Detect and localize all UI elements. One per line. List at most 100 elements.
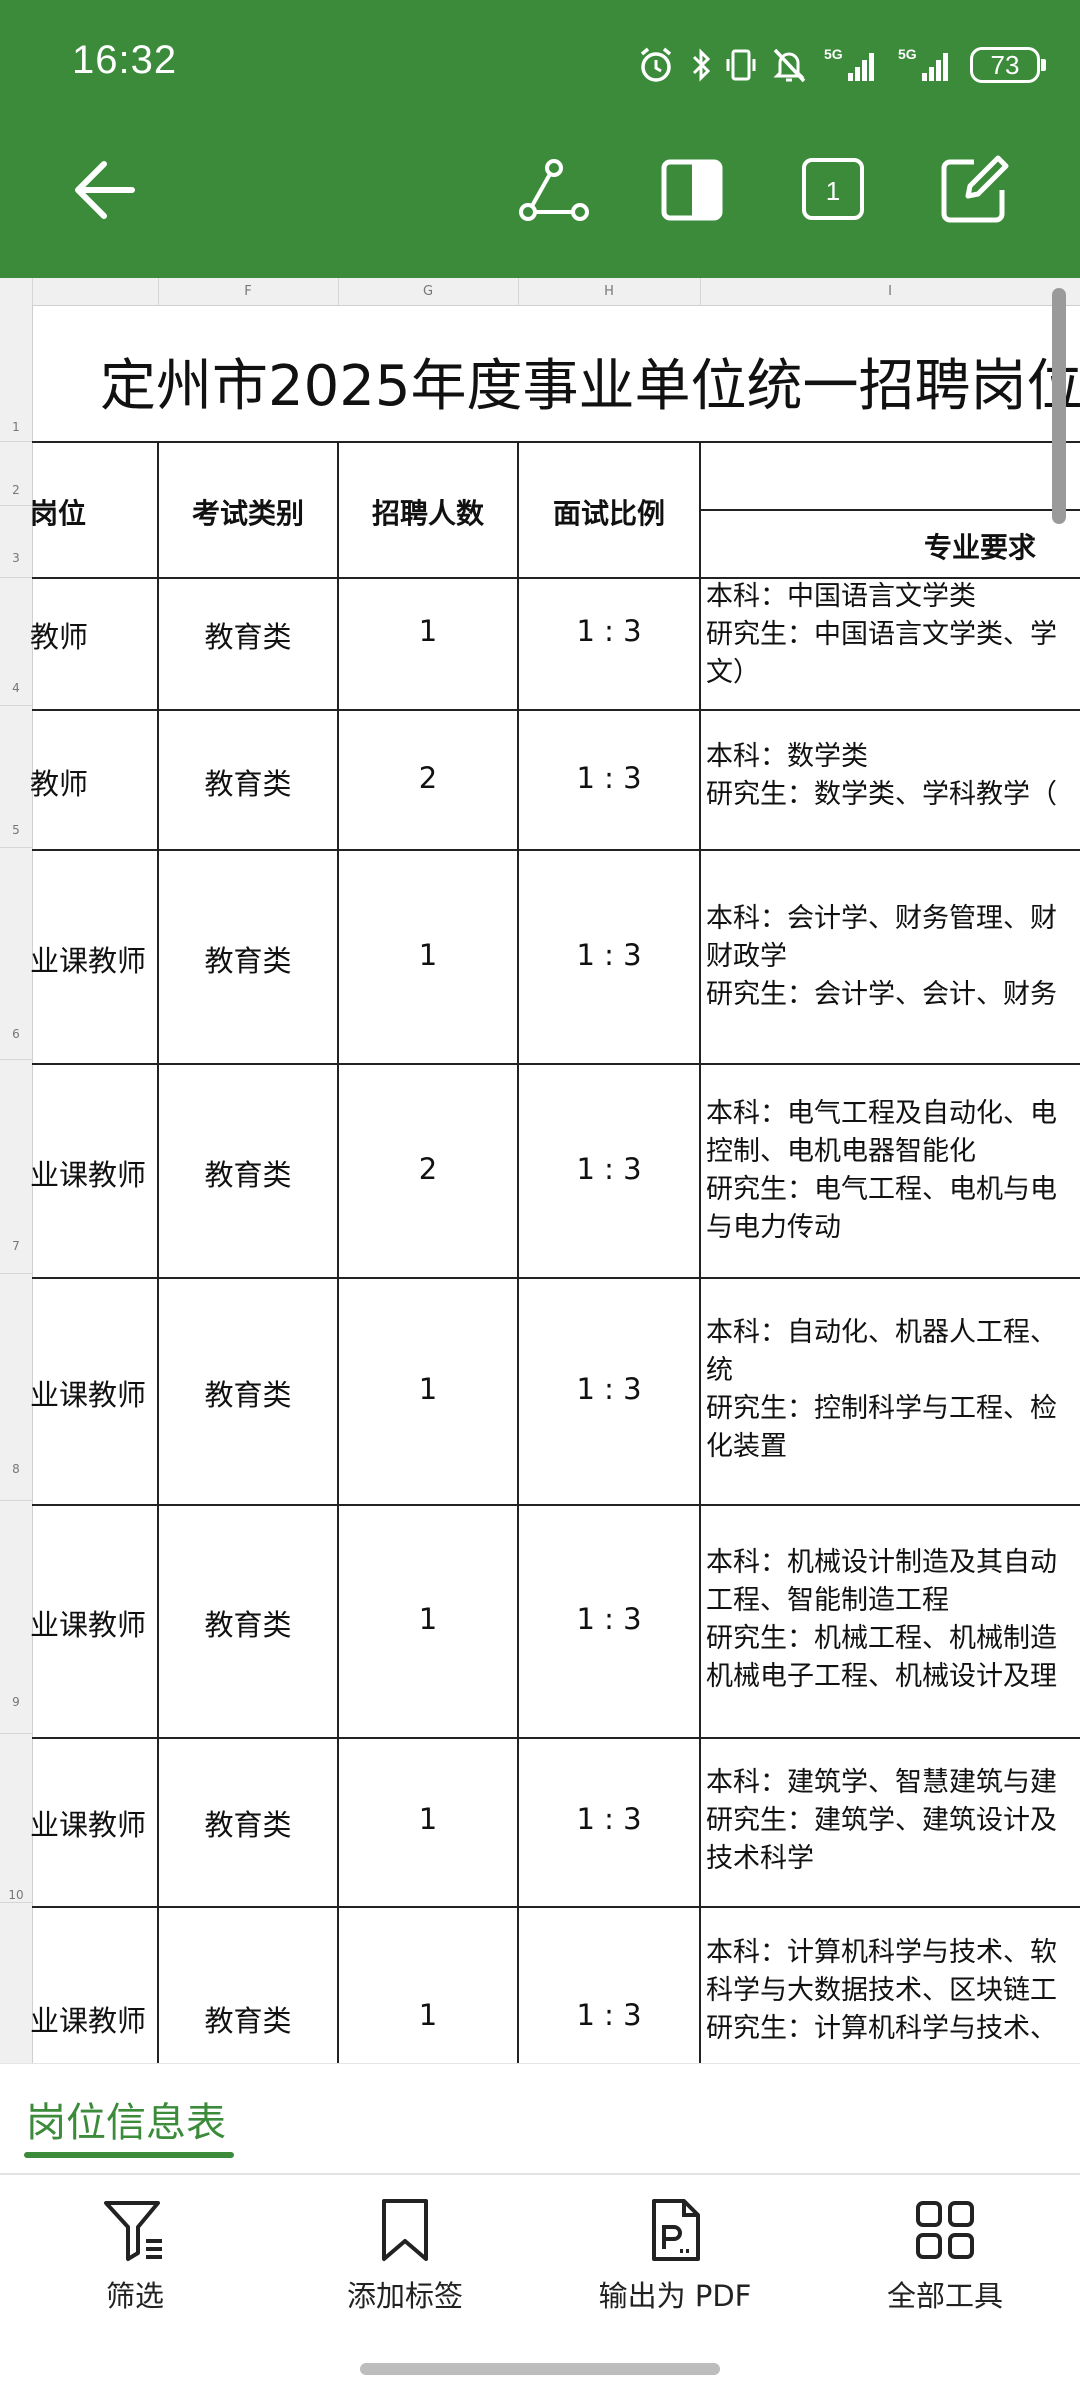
cell-position[interactable]: 教师 — [30, 614, 88, 656]
row-number[interactable]: 2 — [0, 483, 32, 497]
column-header-f[interactable]: F — [158, 278, 339, 305]
row-number[interactable]: 1 — [0, 420, 32, 434]
share-button[interactable] — [514, 150, 594, 230]
cell-exam-type[interactable]: 教育类 — [158, 1372, 338, 1414]
cell-interview-ratio[interactable]: 1 : 3 — [518, 1152, 700, 1186]
back-arrow-icon — [75, 161, 135, 219]
header-position[interactable]: 岗位 — [30, 492, 86, 532]
cell-major-requirement[interactable]: 本科：电气工程及自动化、电 控制、电机电器智能化 研究生：电气工程、电机与电 与… — [706, 1095, 1057, 1247]
grid-line — [700, 509, 1080, 511]
cell-major-requirement[interactable]: 本科：建筑学、智慧建筑与建 研究生：建筑学、建筑设计及 技术科学 — [706, 1764, 1057, 1878]
vibrate-icon — [726, 49, 756, 81]
cell-position[interactable]: 教师 — [30, 761, 88, 803]
export-pdf-button[interactable]: 输出为 PDF — [555, 2195, 795, 2315]
cell-interview-ratio[interactable]: 1 : 3 — [518, 1802, 700, 1836]
home-indicator[interactable] — [360, 2363, 720, 2375]
column-header-g[interactable]: G — [338, 278, 519, 305]
grid-line — [32, 1277, 1080, 1279]
cell-interview-ratio[interactable]: 1 : 3 — [518, 761, 700, 795]
svg-text:5G: 5G — [824, 46, 843, 62]
mute-icon — [773, 48, 806, 83]
cell-recruit-count[interactable]: 1 — [338, 1802, 518, 1836]
column-header-h[interactable]: H — [518, 278, 701, 305]
cell-recruit-count[interactable]: 1 — [338, 1372, 518, 1406]
cell-position[interactable]: 业课教师 — [30, 1372, 146, 1414]
cell-interview-ratio[interactable]: 1 : 3 — [518, 614, 700, 648]
cell-interview-ratio[interactable]: 1 : 3 — [518, 1998, 700, 2032]
cell-interview-ratio[interactable]: 1 : 3 — [518, 1372, 700, 1406]
header-exam-type[interactable]: 考试类别 — [158, 492, 338, 532]
cell-interview-ratio[interactable]: 1 : 3 — [518, 938, 700, 972]
grid-line — [32, 709, 1080, 711]
header-major-requirement[interactable]: 专业要求 — [924, 526, 1036, 566]
svg-text:1: 1 — [826, 176, 840, 206]
cell-recruit-count[interactable]: 2 — [338, 1152, 518, 1186]
cell-exam-type[interactable]: 教育类 — [158, 761, 338, 803]
active-tab-indicator — [24, 2152, 234, 2158]
grid-line — [32, 1504, 1080, 1506]
cell-exam-type[interactable]: 教育类 — [158, 1152, 338, 1194]
bookmark-icon — [382, 2199, 428, 2261]
sheet-title[interactable]: 定州市2025年度事业单位统一招聘岗位 — [100, 341, 1080, 422]
export-pdf-label: 输出为 PDF — [598, 2279, 752, 2313]
filter-button[interactable]: 筛选 — [15, 2195, 255, 2315]
alarm-icon — [640, 47, 672, 82]
cell-position[interactable]: 业课教师 — [30, 1998, 146, 2040]
cell-recruit-count[interactable]: 1 — [338, 1602, 518, 1636]
svg-text:5G: 5G — [898, 46, 917, 62]
row-number[interactable]: 3 — [0, 551, 32, 565]
sheet-tab-bar: 岗位信息表 — [0, 2063, 1080, 2174]
cell-exam-type[interactable]: 教育类 — [158, 614, 338, 656]
cell-recruit-count[interactable]: 1 — [338, 938, 518, 972]
status-icons: 5G 5G 73 — [636, 42, 1046, 88]
add-bookmark-button[interactable]: 添加标签 — [285, 2195, 525, 2315]
cell-exam-type[interactable]: 教育类 — [158, 1802, 338, 1844]
vertical-scrollbar[interactable] — [1052, 288, 1066, 524]
bottom-toolbar: 筛选 添加标签 输出为 PDF 全部工具 — [0, 2173, 1080, 2400]
page-count-button[interactable]: 1 — [794, 150, 874, 230]
cell-recruit-count[interactable]: 1 — [338, 614, 518, 648]
row-header-column: 1 2 3 4 5 6 7 8 9 10 — [0, 305, 33, 2063]
cell-position[interactable]: 业课教师 — [30, 1602, 146, 1644]
cell-exam-type[interactable]: 教育类 — [158, 938, 338, 980]
sheet-tab-job-info[interactable]: 岗位信息表 — [26, 2090, 226, 2148]
header-recruit-count[interactable]: 招聘人数 — [338, 492, 518, 532]
row-number[interactable]: 8 — [0, 1462, 32, 1476]
filter-icon — [104, 2201, 162, 2261]
header-interview-ratio[interactable]: 面试比例 — [518, 492, 700, 532]
row-number[interactable]: 6 — [0, 1027, 32, 1041]
cell-exam-type[interactable]: 教育类 — [158, 1602, 338, 1644]
edit-icon — [941, 155, 1009, 223]
cell-major-requirement[interactable]: 本科：机械设计制造及其自动 工程、智能制造工程 研究生：机械工程、机械制造 机械… — [706, 1544, 1057, 1696]
cell-major-requirement[interactable]: 本科：计算机科学与技术、软 科学与大数据技术、区块链工 研究生：计算机科学与技术… — [706, 1934, 1057, 2048]
cell-interview-ratio[interactable]: 1 : 3 — [518, 1602, 700, 1636]
all-tools-button[interactable]: 全部工具 — [825, 2195, 1065, 2315]
row-number[interactable]: 7 — [0, 1239, 32, 1253]
battery-level: 73 — [990, 49, 1020, 80]
back-button[interactable] — [66, 150, 146, 230]
cell-exam-type[interactable]: 教育类 — [158, 1998, 338, 2040]
share-icon — [519, 159, 589, 221]
all-tools-label: 全部工具 — [886, 2279, 1003, 2313]
cell-recruit-count[interactable]: 1 — [338, 1998, 518, 2032]
pdf-export-icon — [652, 2199, 700, 2261]
column-header-i[interactable]: I — [700, 278, 1080, 305]
column-header-e[interactable] — [32, 278, 159, 305]
cell-major-requirement[interactable]: 本科：数学类 研究生：数学类、学科教学（ — [706, 738, 1057, 814]
row-number[interactable]: 4 — [0, 681, 32, 695]
cell-recruit-count[interactable]: 2 — [338, 761, 518, 795]
row-number[interactable]: 5 — [0, 823, 32, 837]
reading-mode-button[interactable] — [654, 150, 734, 230]
cell-major-requirement[interactable]: 本科：会计学、财务管理、财 财政学 研究生：会计学、会计、财务 — [706, 900, 1057, 1014]
row-number[interactable]: 9 — [0, 1695, 32, 1709]
cell-major-requirement[interactable]: 本科：自动化、机器人工程、 统 研究生：控制科学与工程、检 化装置 — [706, 1314, 1057, 1466]
cell-position[interactable]: 业课教师 — [30, 1802, 146, 1844]
row-number[interactable]: 10 — [0, 1888, 32, 1902]
edit-button[interactable] — [934, 150, 1014, 230]
cell-position[interactable]: 业课教师 — [30, 938, 146, 980]
cell-position[interactable]: 业课教师 — [30, 1152, 146, 1194]
spreadsheet-view[interactable]: F G H I 1 2 3 4 5 6 7 8 9 10 定州市2025年度事业… — [0, 278, 1080, 2063]
status-time: 16:32 — [72, 38, 178, 82]
cell-major-requirement[interactable]: 本科：中国语言文学类 研究生：中国语言文学类、学 文） — [706, 578, 1057, 692]
grid-line — [32, 1906, 1080, 1908]
